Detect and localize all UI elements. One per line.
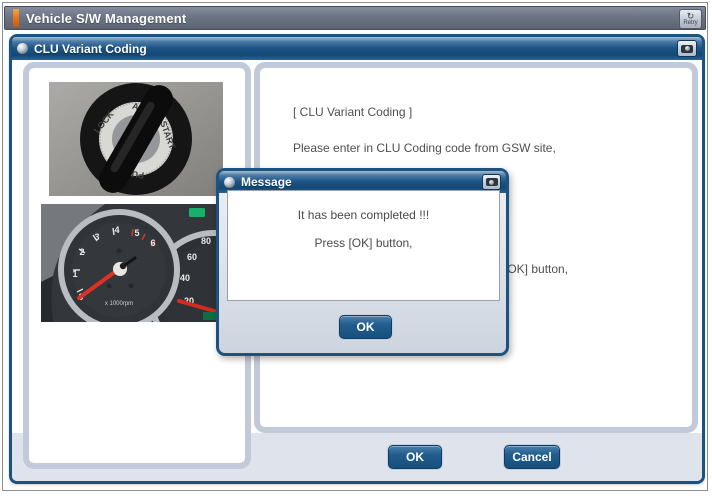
clu-window-title: CLU Variant Coding bbox=[34, 42, 671, 56]
tach-3: 3 bbox=[94, 232, 99, 242]
tach-1: 1 bbox=[72, 269, 77, 279]
outer-frame: Vehicle S/W Management ↻ Retry CLU Varia… bbox=[2, 2, 708, 491]
tach-unit: x 1000rpm bbox=[105, 301, 133, 307]
message-dialog: Message It has been completed !!! Press … bbox=[216, 168, 509, 356]
footer-ok-button[interactable]: OK bbox=[388, 445, 442, 469]
screen: Vehicle S/W Management ↻ Retry CLU Varia… bbox=[0, 0, 712, 501]
dialog-sphere-icon bbox=[224, 177, 235, 188]
tach-4: 4 bbox=[114, 225, 119, 235]
window-sphere-icon bbox=[17, 43, 28, 54]
green-indicator bbox=[189, 208, 205, 217]
message-line-1: It has been completed !!! bbox=[228, 208, 499, 222]
camera-icon bbox=[681, 45, 693, 53]
instrument-cluster-photo: 20 40 60 80 100 bbox=[41, 204, 231, 322]
speedo-80: 80 bbox=[201, 236, 211, 246]
footer-cancel-button[interactable]: Cancel bbox=[504, 445, 560, 469]
orange-accent-bar bbox=[13, 9, 19, 27]
screenshot-camera-button[interactable] bbox=[677, 40, 697, 57]
retry-label: Retry bbox=[683, 20, 697, 27]
tach-2: 2 bbox=[79, 247, 84, 257]
app-title-bar: Vehicle S/W Management ↻ Retry bbox=[4, 6, 706, 30]
message-dialog-body: It has been completed !!! Press [OK] but… bbox=[227, 190, 500, 301]
dialog-camera-button[interactable] bbox=[482, 174, 501, 190]
dialog-ok-button[interactable]: OK bbox=[339, 315, 392, 339]
message-dialog-title: Message bbox=[241, 175, 476, 189]
camera-icon bbox=[486, 178, 498, 186]
retry-button[interactable]: ↻ Retry bbox=[679, 9, 702, 29]
clu-variant-coding-window: CLU Variant Coding OK Cancel bbox=[9, 34, 705, 484]
retry-arrow-icon: ↻ bbox=[687, 12, 695, 20]
instruction-obscured-fragment: [OK] button, bbox=[504, 262, 568, 276]
app-title: Vehicle S/W Management bbox=[26, 11, 186, 26]
ignition-key-photo: LOCK ACC START PUSH bbox=[49, 82, 223, 196]
instruction-heading: [ CLU Variant Coding ] bbox=[293, 105, 412, 119]
speedo-60: 60 bbox=[187, 252, 197, 262]
message-line-2: Press [OK] button, bbox=[228, 236, 499, 250]
tach-6: 6 bbox=[150, 238, 155, 248]
speedo-40: 40 bbox=[180, 273, 190, 283]
clu-window-titlebar: CLU Variant Coding bbox=[12, 37, 702, 60]
instruction-line: Please enter in CLU Coding code from GSW… bbox=[293, 141, 556, 155]
tach-5: 5 bbox=[134, 228, 139, 238]
